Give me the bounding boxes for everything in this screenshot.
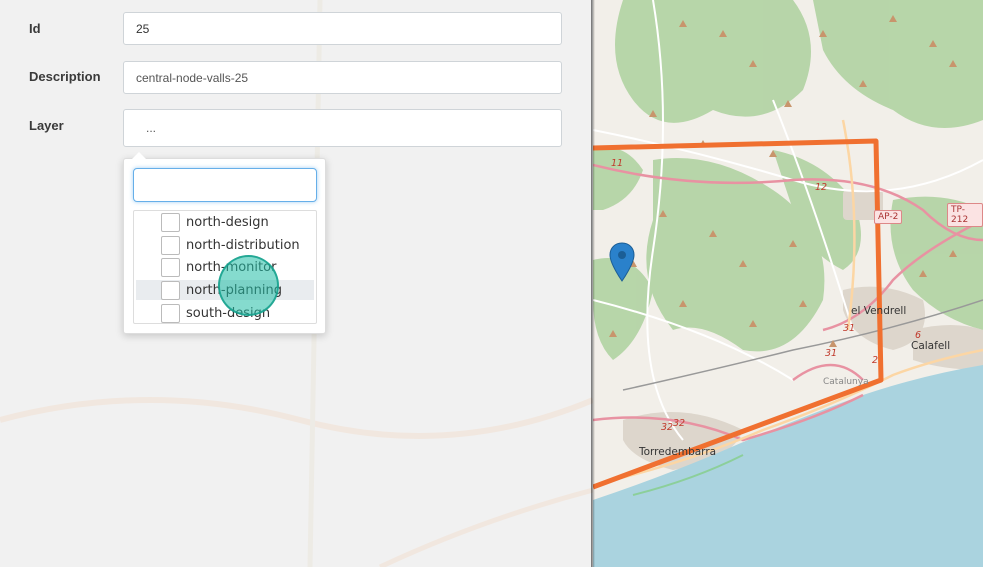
place-label: Catalunya xyxy=(823,377,869,387)
road-shield: TP-212 xyxy=(947,203,983,227)
dropdown-caret xyxy=(132,152,146,159)
feature-form-panel: Id 25 Description central-node-valls-25 … xyxy=(0,0,593,567)
road-number: 31 xyxy=(825,348,838,359)
map-tiles xyxy=(593,0,983,567)
checkbox[interactable] xyxy=(161,303,180,323)
checkbox[interactable] xyxy=(161,235,180,255)
layer-dropdown-menu: north-design north-distribution north-mo… xyxy=(123,152,326,334)
road-number: 11 xyxy=(611,158,624,169)
checkbox[interactable] xyxy=(161,280,180,300)
place-label: Torredembarra xyxy=(639,446,717,458)
road-number: 12 xyxy=(815,182,828,193)
road-number: 6 xyxy=(915,330,922,341)
id-row: Id 25 xyxy=(0,12,593,46)
place-label: Calafell xyxy=(911,340,951,352)
panel-divider xyxy=(591,0,595,567)
layer-option-north-design[interactable]: north-design xyxy=(136,212,314,232)
road-number: 32 xyxy=(673,418,686,429)
description-label: Description xyxy=(29,69,101,84)
layer-option-label: north-design xyxy=(186,214,269,230)
layer-search-input[interactable] xyxy=(133,168,317,202)
road-number: 32 xyxy=(661,422,674,433)
place-label: el Vendrell xyxy=(851,305,907,317)
road-number: 31 xyxy=(843,323,856,334)
layer-option-label: north-distribution xyxy=(186,237,300,253)
checkbox[interactable] xyxy=(161,257,180,277)
map-view[interactable]: el Vendrell Calafell Torredembarra Catal… xyxy=(593,0,983,567)
road-shield: AP-2 xyxy=(874,210,903,224)
description-field[interactable]: central-node-valls-25 xyxy=(123,61,562,94)
layer-row: Layer ... xyxy=(0,109,593,147)
checkbox[interactable] xyxy=(161,212,180,232)
id-label: Id xyxy=(29,21,41,36)
id-field[interactable]: 25 xyxy=(123,12,562,45)
layer-label: Layer xyxy=(29,118,64,133)
click-indicator xyxy=(218,255,279,316)
layer-select[interactable]: ... xyxy=(123,109,562,147)
layer-option-north-distribution[interactable]: north-distribution xyxy=(136,235,314,255)
description-row: Description central-node-valls-25 xyxy=(0,61,593,95)
road-number: 2 xyxy=(872,355,879,366)
